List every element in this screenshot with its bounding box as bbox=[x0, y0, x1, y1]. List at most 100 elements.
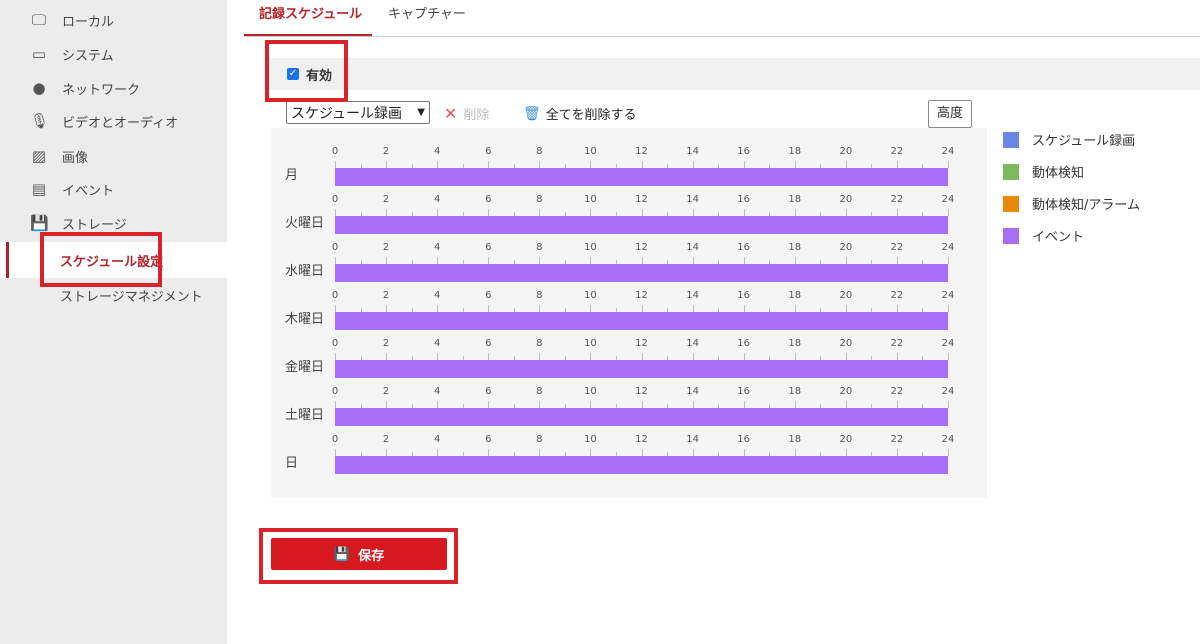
tick-mark bbox=[539, 209, 541, 216]
sidebar-item-storage[interactable]: 💾 ストレージ bbox=[0, 206, 227, 240]
tick-mark bbox=[896, 209, 898, 216]
sidebar-subitem-storage-management[interactable]: ストレージマネジメント bbox=[0, 277, 227, 313]
tick-label: 4 bbox=[433, 290, 441, 301]
tick-mark bbox=[386, 257, 388, 264]
tick-label: 14 bbox=[686, 338, 699, 349]
tick-mark bbox=[590, 161, 592, 168]
tick-mark bbox=[641, 449, 643, 456]
tab-record-schedule[interactable]: 記録スケジュール bbox=[259, 5, 362, 35]
tick-mark bbox=[743, 257, 745, 264]
tick-mark bbox=[488, 257, 490, 264]
tick-label: 24 bbox=[941, 290, 955, 301]
tick-mark bbox=[590, 449, 592, 456]
tick-label: 24 bbox=[941, 434, 955, 445]
legend-label: スケジュール録画 bbox=[1032, 134, 1136, 149]
tick-label: 22 bbox=[890, 386, 904, 397]
tick-label: 6 bbox=[485, 146, 492, 157]
tick-mark bbox=[896, 305, 898, 312]
tick-mark bbox=[743, 209, 745, 216]
tick-mark bbox=[743, 401, 745, 408]
tick-mark bbox=[948, 305, 949, 312]
schedule-bar[interactable] bbox=[335, 264, 948, 282]
sidebar-item-event[interactable]: ▤ イベント bbox=[0, 172, 227, 206]
tick-mark bbox=[692, 257, 694, 264]
close-icon: ✕ bbox=[444, 104, 458, 123]
schedule-bar[interactable] bbox=[335, 168, 948, 186]
tick-mark bbox=[845, 257, 847, 264]
tick-label: 18 bbox=[788, 290, 802, 301]
day-label: 土曜日 bbox=[285, 408, 325, 423]
sidebar-item-label: 画像 bbox=[62, 150, 89, 166]
legend-item: 動体検知 bbox=[1003, 162, 1084, 181]
tick-mark bbox=[590, 257, 592, 264]
tab-capture[interactable]: キャプチャー bbox=[388, 5, 466, 35]
tick-label: 18 bbox=[788, 434, 802, 445]
day-label: 木曜日 bbox=[285, 312, 325, 327]
tick-mark bbox=[794, 257, 796, 264]
enable-row: ✓ 有効 bbox=[265, 58, 1200, 90]
tick-mark bbox=[437, 449, 439, 456]
legend-label: イベント bbox=[1032, 230, 1085, 245]
monitor-icon: 🖵 bbox=[31, 11, 47, 29]
schedule-bar[interactable] bbox=[335, 360, 948, 378]
tick-mark bbox=[641, 161, 643, 168]
schedule-bar[interactable] bbox=[335, 408, 948, 426]
tick-label: 22 bbox=[890, 146, 904, 157]
delete-button[interactable]: ✕ 削除 bbox=[444, 104, 489, 123]
sidebar-item-label: システム bbox=[62, 48, 114, 64]
enable-checkbox[interactable]: ✓ bbox=[287, 68, 299, 80]
window-icon: ▭ bbox=[31, 45, 47, 63]
tick-label: 4 bbox=[433, 386, 441, 397]
sidebar-subitem-schedule-settings[interactable]: スケジュール設定 bbox=[0, 242, 227, 278]
sidebar-item-local[interactable]: 🖵 ローカル bbox=[0, 3, 227, 37]
tick-label: 10 bbox=[584, 386, 597, 397]
tick-mark bbox=[794, 353, 796, 360]
sidebar-item-image[interactable]: ▨ 画像 bbox=[0, 139, 227, 173]
tick-label: 0 bbox=[331, 386, 339, 397]
sidebar-item-system[interactable]: ▭ システム bbox=[0, 37, 227, 71]
tick-label: 24 bbox=[941, 242, 955, 253]
tick-mark bbox=[488, 209, 490, 216]
tick-label: 12 bbox=[635, 434, 648, 445]
tick-label: 10 bbox=[584, 290, 597, 301]
schedule-type-select[interactable]: スケジュール録画 ▼ bbox=[286, 101, 430, 124]
tick-label: 22 bbox=[890, 338, 904, 349]
tick-label: 6 bbox=[485, 338, 492, 349]
tick-mark bbox=[743, 305, 745, 312]
tick-label: 20 bbox=[839, 338, 853, 349]
save-button[interactable]: 💾 保存 bbox=[271, 538, 447, 570]
tick-label: 0 bbox=[331, 434, 339, 445]
tick-label: 8 bbox=[536, 338, 543, 349]
tick-label: 18 bbox=[788, 146, 802, 157]
tick-label: 2 bbox=[382, 146, 390, 157]
tick-mark bbox=[437, 401, 439, 408]
legend-item: スケジュール録画 bbox=[1003, 130, 1135, 149]
tick-label: 8 bbox=[536, 290, 543, 301]
sidebar-item-video-audio[interactable]: 🎙 ビデオとオーディオ bbox=[0, 104, 227, 138]
tick-mark bbox=[590, 305, 592, 312]
schedule-bar[interactable] bbox=[335, 456, 948, 474]
tick-label: 14 bbox=[686, 146, 699, 157]
legend-label: 動体検知/アラーム bbox=[1032, 198, 1140, 213]
tick-mark bbox=[488, 305, 490, 312]
advanced-button[interactable]: 高度 bbox=[928, 100, 972, 128]
chevron-down-icon: ▼ bbox=[417, 107, 425, 118]
tick-label: 16 bbox=[737, 386, 751, 397]
sidebar-item-label: ビデオとオーディオ bbox=[62, 115, 179, 131]
tick-mark bbox=[641, 401, 643, 408]
tick-label: 14 bbox=[686, 386, 699, 397]
tick-label: 2 bbox=[382, 434, 390, 445]
tick-label: 18 bbox=[788, 242, 802, 253]
tick-label: 20 bbox=[839, 386, 853, 397]
tick-mark bbox=[539, 305, 541, 312]
delete-all-button[interactable]: 🗑 全てを削除する bbox=[523, 104, 637, 124]
tick-mark bbox=[794, 401, 796, 408]
sidebar-item-network[interactable]: ● ネットワーク bbox=[0, 71, 227, 105]
sidebar-item-label: ネットワーク bbox=[62, 82, 141, 98]
tick-label: 10 bbox=[584, 242, 597, 253]
legend-swatch bbox=[1003, 227, 1019, 244]
tick-mark bbox=[335, 305, 336, 312]
tick-mark bbox=[488, 449, 490, 456]
schedule-bar[interactable] bbox=[335, 312, 948, 330]
schedule-bar[interactable] bbox=[335, 216, 948, 234]
